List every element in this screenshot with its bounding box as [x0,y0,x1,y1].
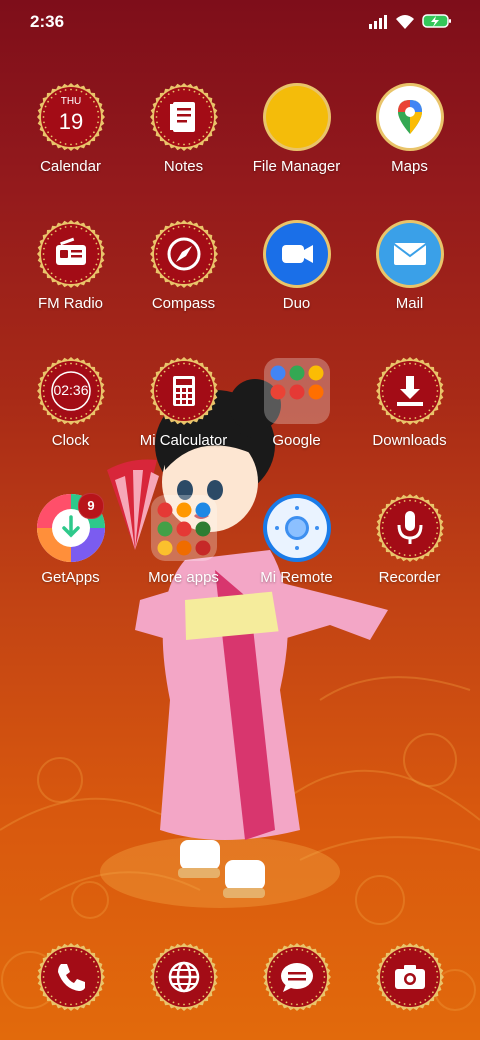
video-camera-icon [262,219,332,289]
home-screen: 2:36 THU 19 Calendar Notes File Manager … [0,0,480,1040]
app-compass[interactable]: Compass [127,217,240,327]
dock-messages[interactable] [240,940,353,1016]
app-getapps[interactable]: 9 GetApps [14,491,127,601]
app-grid: THU 19 Calendar Notes File Manager Maps … [14,80,466,600]
phone-icon [36,942,106,1012]
download-icon [375,356,445,426]
clock-time: 02:36 [53,382,89,398]
remote-icon [262,493,332,563]
app-label: More apps [148,569,219,586]
dock [14,940,466,1016]
maps-pin-icon [375,82,445,152]
radio-icon [36,219,106,289]
app-label: Calendar [40,158,101,175]
app-clock[interactable]: 02:36 Clock [14,354,127,464]
app-label: Clock [51,432,90,449]
calendar-day: 19 [58,109,84,134]
app-label: File Manager [252,158,341,175]
app-calendar[interactable]: THU 19 Calendar [14,80,127,190]
app-label: Recorder [378,569,441,586]
envelope-icon [375,219,445,289]
app-label: Notes [163,158,204,175]
app-downloads[interactable]: Downloads [353,354,466,464]
app-label: FM Radio [37,295,104,312]
battery-charging-icon [422,14,451,28]
app-file-manager[interactable]: File Manager [240,80,353,190]
notification-badge: 9 [78,493,104,519]
folder-icon [262,82,332,152]
wifi-icon [396,15,414,29]
folder-google[interactable]: Google [240,354,353,464]
folder-more-apps[interactable]: More apps [127,491,240,601]
clock-icon: 02:36 [36,356,106,426]
calendar-icon: THU 19 [36,82,106,152]
notes-icon [149,82,219,152]
app-maps[interactable]: Maps [353,80,466,190]
app-label: Duo [282,295,311,312]
app-label: Mi Remote [260,569,333,586]
app-duo[interactable]: Duo [240,217,353,327]
app-label: Mail [395,295,424,312]
app-label: Maps [391,158,428,175]
dock-phone[interactable] [14,940,127,1016]
folder-more-apps-icon [149,493,219,563]
compass-icon [149,219,219,289]
status-bar: 2:36 [0,0,480,44]
dock-camera[interactable] [353,940,466,1016]
folder-google-icon [262,356,332,426]
app-label: Compass [151,295,216,312]
dock-browser[interactable] [127,940,240,1016]
app-label: Google [272,432,321,449]
app-label: Downloads [372,432,447,449]
app-label: Mi Calculator [139,432,228,449]
app-mail[interactable]: Mail [353,217,466,327]
calendar-weekday: THU [60,96,82,107]
app-mi-calculator[interactable]: Mi Calculator [127,354,240,464]
camera-icon [375,942,445,1012]
status-time: 2:36 [30,12,65,31]
app-recorder[interactable]: Recorder [353,491,466,601]
signal-icon [369,15,387,29]
app-fm-radio[interactable]: FM Radio [14,217,127,327]
calculator-icon [149,356,219,426]
app-label: GetApps [41,569,100,586]
messages-icon [262,942,332,1012]
app-mi-remote[interactable]: Mi Remote [240,491,353,601]
microphone-icon [375,493,445,563]
app-notes[interactable]: Notes [127,80,240,190]
globe-icon [149,942,219,1012]
status-icons [368,13,452,31]
